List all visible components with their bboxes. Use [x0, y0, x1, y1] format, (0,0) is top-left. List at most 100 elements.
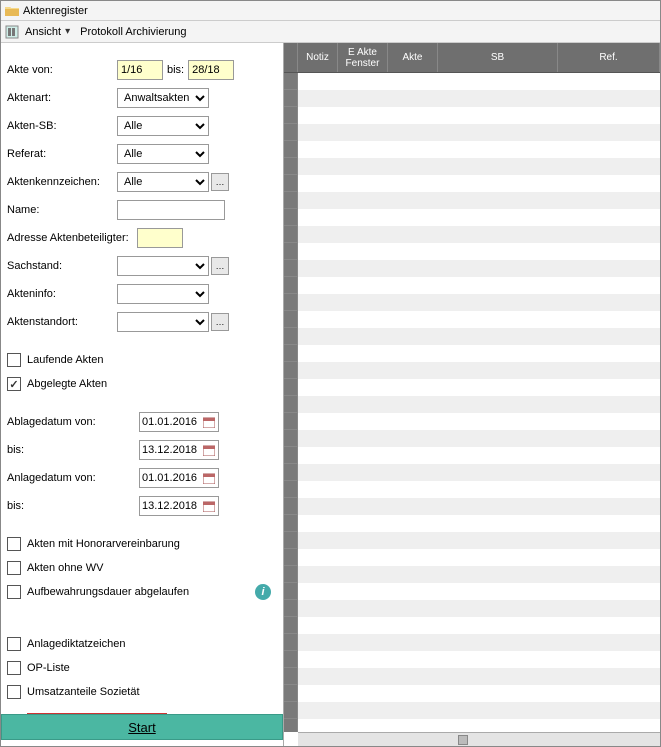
grid-row[interactable]	[284, 498, 660, 515]
sachstand-browse-button[interactable]: …	[211, 257, 229, 275]
sachstand-select[interactable]	[118, 257, 208, 275]
referat-select[interactable]: Alle	[118, 145, 208, 163]
row-header[interactable]	[284, 464, 298, 481]
grid-row[interactable]	[284, 566, 660, 583]
calendar-icon[interactable]	[202, 415, 216, 429]
aufbewahrungsdauer-checkbox[interactable]: Aufbewahrungsdauer abgelaufen i	[7, 583, 277, 601]
row-header[interactable]	[284, 260, 298, 277]
grid-row[interactable]	[284, 328, 660, 345]
row-header[interactable]	[284, 515, 298, 532]
grid-row[interactable]	[284, 379, 660, 396]
grid-row[interactable]	[284, 175, 660, 192]
grid-col-eakte[interactable]: E Akte Fenster	[338, 43, 388, 72]
grid-col-notiz[interactable]: Notiz	[298, 43, 338, 72]
row-header[interactable]	[284, 124, 298, 141]
abgelegte-akten-checkbox[interactable]: Abgelegte Akten	[7, 375, 277, 393]
grid-row[interactable]	[284, 141, 660, 158]
akteninfo-select[interactable]	[118, 285, 208, 303]
horizontal-scrollbar[interactable]	[298, 732, 660, 746]
calendar-icon[interactable]	[202, 471, 216, 485]
row-header[interactable]	[284, 90, 298, 107]
row-header[interactable]	[284, 668, 298, 685]
row-header[interactable]	[284, 685, 298, 702]
calendar-icon[interactable]	[202, 443, 216, 457]
row-header[interactable]	[284, 294, 298, 311]
scrollbar-thumb[interactable]	[458, 735, 468, 745]
row-header[interactable]	[284, 498, 298, 515]
row-header[interactable]	[284, 328, 298, 345]
ablagedatum-bis-input[interactable]: 13.12.2018	[139, 440, 219, 460]
row-header[interactable]	[284, 566, 298, 583]
grid-row[interactable]	[284, 685, 660, 702]
grid-row[interactable]	[284, 600, 660, 617]
grid-row[interactable]	[284, 311, 660, 328]
grid-row[interactable]	[284, 651, 660, 668]
honorarvereinbarung-checkbox[interactable]: Akten mit Honorarvereinbarung	[7, 535, 277, 553]
row-header[interactable]	[284, 583, 298, 600]
row-header[interactable]	[284, 447, 298, 464]
row-header[interactable]	[284, 243, 298, 260]
row-header[interactable]	[284, 651, 298, 668]
grid-row[interactable]	[284, 277, 660, 294]
row-header[interactable]	[284, 702, 298, 719]
grid-row[interactable]	[284, 464, 660, 481]
row-header[interactable]	[284, 311, 298, 328]
aktenkennzeichen-select[interactable]: Alle	[118, 173, 208, 191]
protokoll-button[interactable]: Protokoll Archivierung	[80, 26, 186, 38]
grid-row[interactable]	[284, 634, 660, 651]
grid-row[interactable]	[284, 515, 660, 532]
grid-row[interactable]	[284, 481, 660, 498]
laufende-akten-checkbox[interactable]: Laufende Akten	[7, 351, 277, 369]
name-input[interactable]	[117, 200, 225, 220]
grid-row[interactable]	[284, 209, 660, 226]
row-header[interactable]	[284, 226, 298, 243]
row-header[interactable]	[284, 413, 298, 430]
grid-row[interactable]	[284, 719, 660, 732]
grid-row[interactable]	[284, 532, 660, 549]
grid-row[interactable]	[284, 260, 660, 277]
grid-row[interactable]	[284, 90, 660, 107]
row-header[interactable]	[284, 617, 298, 634]
info-icon[interactable]: i	[255, 584, 271, 600]
row-header[interactable]	[284, 209, 298, 226]
row-header[interactable]	[284, 362, 298, 379]
ablagedatum-von-input[interactable]: 01.01.2016	[139, 412, 219, 432]
op-liste-checkbox[interactable]: OP-Liste	[7, 659, 277, 677]
grid-row[interactable]	[284, 396, 660, 413]
grid-row[interactable]	[284, 345, 660, 362]
umsatzanteile-checkbox[interactable]: Umsatzanteile Sozietät	[7, 683, 277, 701]
row-header[interactable]	[284, 107, 298, 124]
row-header[interactable]	[284, 141, 298, 158]
row-header[interactable]	[284, 73, 298, 90]
grid-row[interactable]	[284, 702, 660, 719]
akte-von-to-input[interactable]	[188, 60, 234, 80]
row-header[interactable]	[284, 175, 298, 192]
grid-row[interactable]	[284, 294, 660, 311]
grid-row[interactable]	[284, 243, 660, 260]
grid-col-ref[interactable]: Ref.	[558, 43, 660, 72]
grid-row[interactable]	[284, 192, 660, 209]
aktenart-select[interactable]: Anwaltsakten u.a.	[118, 89, 208, 107]
row-header[interactable]	[284, 634, 298, 651]
adresse-input[interactable]	[137, 228, 183, 248]
grid-row[interactable]	[284, 668, 660, 685]
aktenkennzeichen-browse-button[interactable]: …	[211, 173, 229, 191]
row-header[interactable]	[284, 396, 298, 413]
row-header[interactable]	[284, 481, 298, 498]
row-header[interactable]	[284, 600, 298, 617]
grid-col-sb[interactable]: SB	[438, 43, 558, 72]
akten-sb-select[interactable]: Alle	[118, 117, 208, 135]
aktenstandort-browse-button[interactable]: …	[211, 313, 229, 331]
grid-row[interactable]	[284, 73, 660, 90]
row-header[interactable]	[284, 430, 298, 447]
row-header[interactable]	[284, 532, 298, 549]
grid-row[interactable]	[284, 124, 660, 141]
grid-row[interactable]	[284, 107, 660, 124]
grid-row[interactable]	[284, 226, 660, 243]
grid-row[interactable]	[284, 158, 660, 175]
ansicht-button[interactable]: Ansicht	[25, 26, 61, 38]
grid-col-akte[interactable]: Akte	[388, 43, 438, 72]
anlagediktatzeichen-checkbox[interactable]: Anlagediktatzeichen	[7, 635, 277, 653]
grid-row[interactable]	[284, 447, 660, 464]
row-header[interactable]	[284, 158, 298, 175]
